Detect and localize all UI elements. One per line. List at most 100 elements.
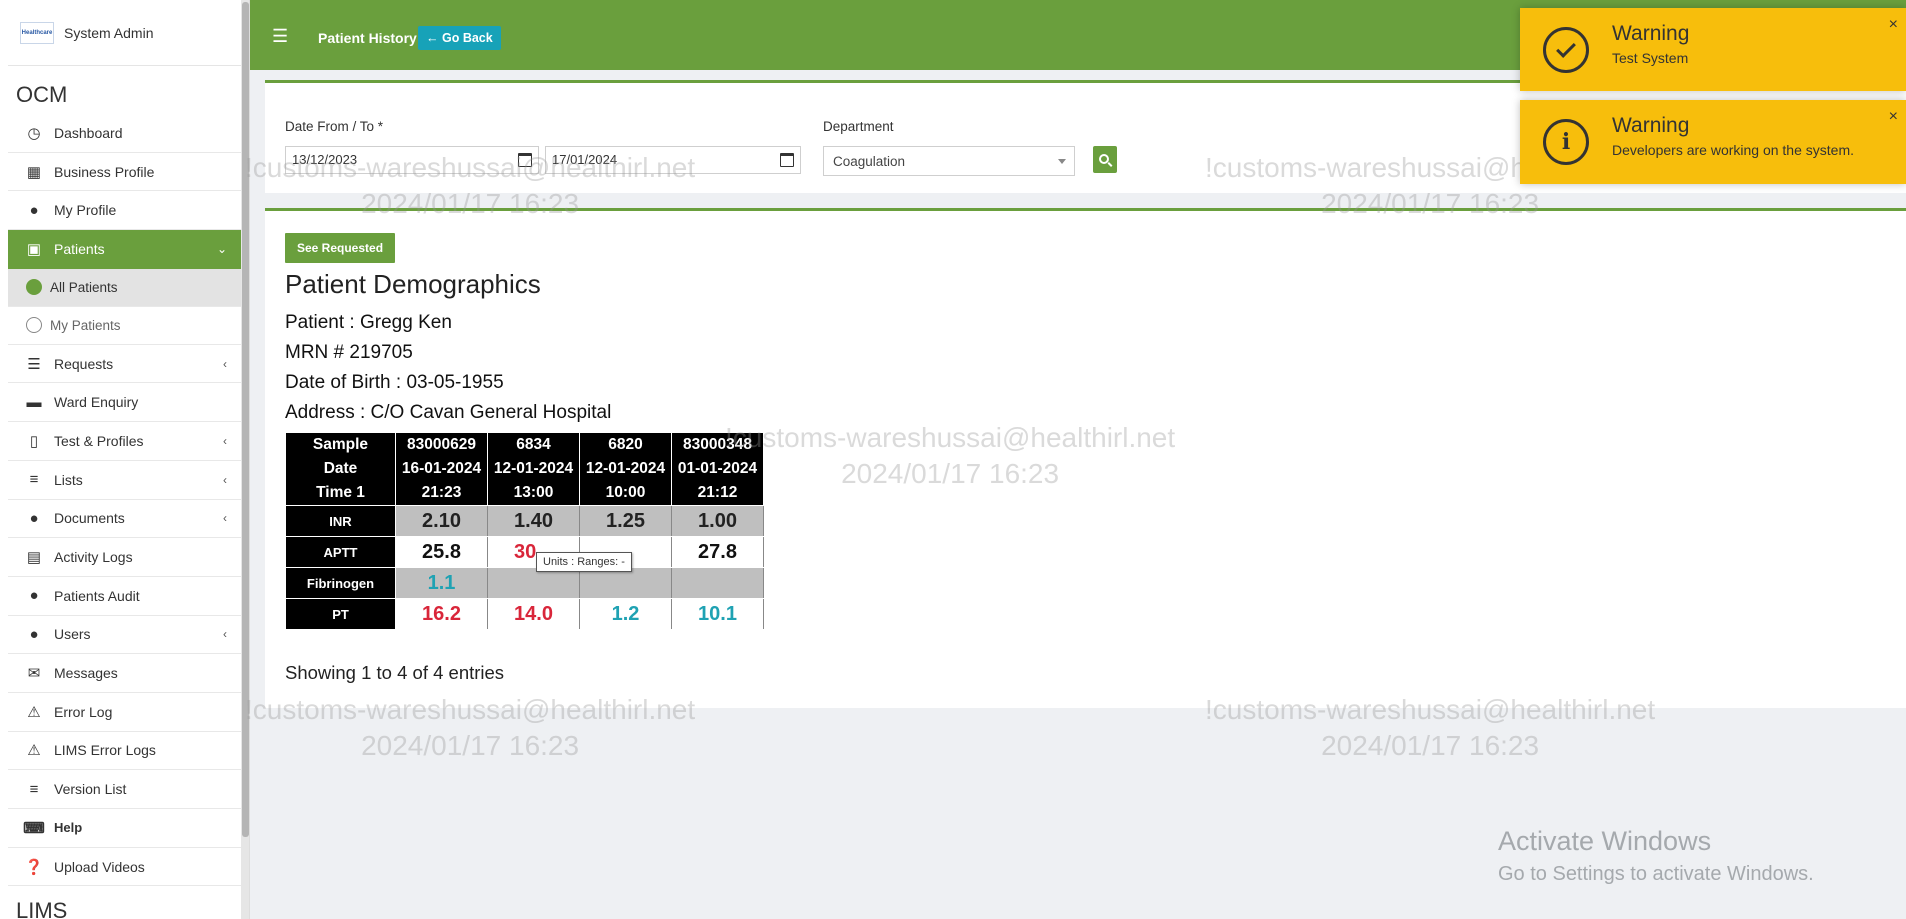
header-corner: Sample Date Time 1: [285, 432, 396, 506]
sidebar-item-label: Version List: [54, 781, 127, 798]
page-title: Patient History: [318, 30, 417, 46]
sample-date: 16-01-2024: [401, 460, 482, 477]
warning-icon: ⚠: [27, 742, 41, 760]
result-cell[interactable]: 27.8: [671, 536, 764, 568]
sample-date: 01-01-2024: [677, 460, 758, 477]
header-label: Time 1: [316, 484, 365, 501]
hamburger-menu-icon[interactable]: ☰: [272, 26, 288, 47]
warning-toast[interactable]: Warning Test System ×: [1520, 8, 1906, 91]
sidebar-item-my-patients[interactable]: My Patients: [8, 307, 241, 345]
sidebar-item-test-profiles[interactable]: ▯ Test & Profiles ‹: [8, 422, 241, 461]
activity-icon: ▤: [26, 549, 42, 567]
date-to-input[interactable]: 17/01/2024: [545, 146, 801, 174]
list-icon: ≡: [29, 780, 39, 798]
result-cell[interactable]: 2.10: [395, 505, 488, 537]
result-cell[interactable]: 1.1: [395, 567, 488, 599]
see-requested-button[interactable]: See Requested: [285, 233, 396, 263]
close-icon[interactable]: ×: [1889, 16, 1898, 34]
sample-column-header[interactable]: 83000348 01-01-2024 21:12: [671, 432, 764, 506]
result-cell[interactable]: 1.25: [579, 505, 672, 537]
result-cell[interactable]: 14.0: [487, 598, 580, 630]
table-row: APTT 25.8 30 27.8: [285, 536, 764, 568]
sample-date: 12-01-2024: [493, 460, 574, 477]
patients-icon: ▣: [26, 241, 42, 259]
activate-subtitle: Go to Settings to activate Windows.: [1498, 863, 1814, 885]
sample-id: 6834: [516, 436, 551, 453]
circle-outline-icon: [26, 317, 42, 334]
sidebar-item-dashboard[interactable]: ◷ Dashboard: [8, 114, 241, 153]
search-button[interactable]: [1093, 146, 1117, 173]
result-cell[interactable]: 10.1: [671, 598, 764, 630]
sidebar-item-upload-videos[interactable]: ❓ Upload Videos: [8, 848, 241, 887]
sidebar-item-label: Users: [54, 626, 91, 643]
calendar-icon[interactable]: [780, 153, 794, 167]
sidebar-user[interactable]: Healthcare System Admin: [8, 0, 241, 66]
sidebar-item-lims-error-logs[interactable]: ⚠ LIMS Error Logs: [8, 732, 241, 771]
sidebar-item-my-profile[interactable]: ● My Profile: [8, 191, 241, 231]
sidebar-item-label: Upload Videos: [54, 858, 145, 875]
sidebar-item-help[interactable]: ⌨ Help: [8, 809, 241, 848]
activate-windows-overlay: Activate Windows Go to Settings to activ…: [1498, 826, 1814, 886]
header-label: Sample: [312, 436, 369, 453]
sample-time: 21:23: [421, 484, 462, 501]
result-cell[interactable]: [487, 567, 580, 599]
sidebar-item-lists[interactable]: ≡ Lists ‹: [8, 461, 241, 500]
sidebar-item-label: My Profile: [54, 202, 117, 219]
sample-column-header[interactable]: 83000629 16-01-2024 21:23: [395, 432, 488, 506]
sidebar-item-label: Requests: [54, 355, 114, 372]
activate-title: Activate Windows: [1498, 826, 1712, 856]
department-value: Coagulation: [833, 154, 906, 169]
department-select[interactable]: Coagulation: [823, 146, 1075, 176]
sidebar-item-all-patients[interactable]: All Patients: [8, 268, 241, 307]
arrow-left-icon: ←: [426, 31, 439, 45]
date-from-input[interactable]: 13/12/2023: [285, 146, 539, 174]
warning-icon: ⚠: [27, 703, 41, 721]
keyboard-icon: ⌨: [23, 819, 45, 837]
sidebar-item-patients-audit[interactable]: ● Patients Audit: [8, 577, 241, 616]
sidebar-scrollbar[interactable]: [241, 0, 249, 919]
result-cell[interactable]: [579, 567, 672, 599]
patient-dob: Date of Birth : 03-05-1955: [285, 372, 504, 393]
sidebar-item-documents[interactable]: ● Documents ‹: [8, 500, 241, 539]
sidebar-item-messages[interactable]: ✉ Messages: [8, 654, 241, 693]
result-cell[interactable]: 1.2: [579, 598, 672, 630]
test-tubes-icon: ▯: [29, 432, 39, 450]
close-icon[interactable]: ×: [1889, 108, 1898, 126]
sidebar-item-error-log[interactable]: ⚠ Error Log: [8, 693, 241, 732]
warning-toast[interactable]: i Warning Developers are working on the …: [1520, 100, 1906, 184]
result-cell[interactable]: 1.00: [671, 505, 764, 537]
sidebar-item-version-list[interactable]: ≡ Version List: [8, 770, 241, 809]
caret-down-icon: [1058, 159, 1066, 164]
sidebar-item-label: LIMS Error Logs: [54, 742, 156, 759]
chevron-left-icon: ‹: [223, 433, 227, 448]
toast-title: Warning: [1612, 22, 1690, 45]
results-table: Sample Date Time 1 83000629 16-01-2024 2…: [285, 432, 764, 630]
sample-column-header[interactable]: 6820 12-01-2024 10:00: [579, 432, 672, 506]
sample-time: 13:00: [513, 484, 554, 501]
test-name: APTT: [285, 536, 396, 568]
search-icon: [1099, 153, 1109, 164]
calendar-icon[interactable]: [518, 153, 532, 167]
sidebar-item-activity-logs[interactable]: ▤ Activity Logs: [8, 538, 241, 577]
patient-mrn: MRN # 219705: [285, 342, 413, 363]
patient-name: Patient : Gregg Ken: [285, 312, 452, 333]
bed-icon: ▬: [26, 393, 42, 411]
sample-time: 10:00: [605, 484, 646, 501]
result-cell[interactable]: [671, 567, 764, 599]
table-row: INR 2.10 1.40 1.25 1.00: [285, 505, 764, 537]
sidebar-scroll-thumb[interactable]: [242, 2, 249, 837]
sidebar-item-users[interactable]: ● Users ‹: [8, 616, 241, 655]
sidebar-section-lims: LIMS: [16, 898, 68, 919]
sample-time: 21:12: [697, 484, 738, 501]
result-cell[interactable]: 25.8: [395, 536, 488, 568]
sidebar-item-business-profile[interactable]: ▦ Business Profile: [8, 153, 241, 192]
sidebar-item-patients[interactable]: ▣ Patients ⌄: [8, 230, 241, 269]
sidebar-item-label: Lists: [54, 471, 83, 488]
sidebar-item-requests[interactable]: ☰ Requests ‹: [8, 345, 241, 384]
sample-column-header[interactable]: 6834 12-01-2024 13:00: [487, 432, 580, 506]
date-range-label: Date From / To *: [285, 119, 384, 134]
result-cell[interactable]: 1.40: [487, 505, 580, 537]
sidebar-item-ward-enquiry[interactable]: ▬ Ward Enquiry: [8, 383, 241, 423]
go-back-button[interactable]: ← Go Back: [418, 26, 501, 50]
result-cell[interactable]: 16.2: [395, 598, 488, 630]
